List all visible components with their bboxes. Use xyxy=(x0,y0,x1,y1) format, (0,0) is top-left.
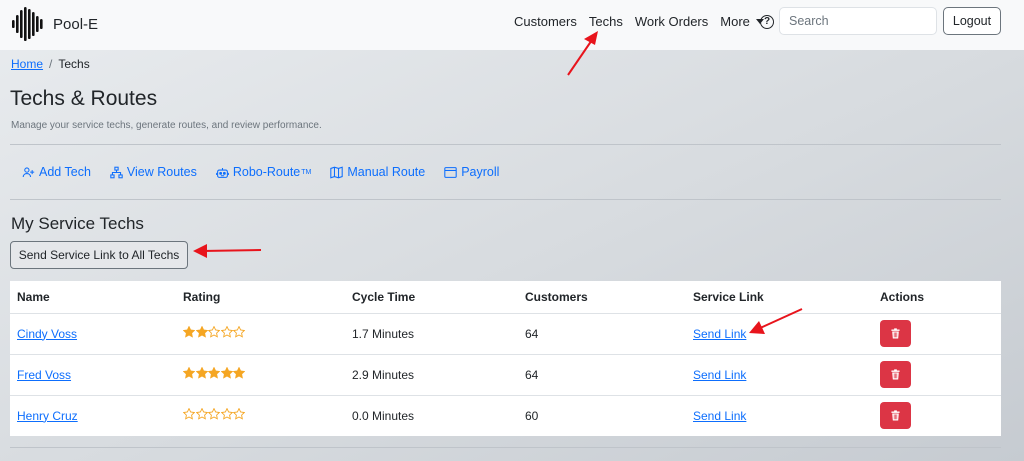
breadcrumb: Home / Techs xyxy=(11,57,90,71)
star-filled-icon xyxy=(183,326,195,338)
arrow-icon xyxy=(193,244,262,258)
trash-icon xyxy=(891,369,900,380)
star-rating xyxy=(183,367,246,379)
star-empty-icon xyxy=(233,408,245,420)
page-title: Techs & Routes xyxy=(10,87,158,110)
table-row: Henry Cruz 0.0 Minutes 60 Send Link xyxy=(10,395,1001,436)
divider xyxy=(10,144,1001,145)
divider xyxy=(10,199,1001,200)
star-filled-icon xyxy=(195,367,208,379)
add-tech-link[interactable]: Add Tech xyxy=(22,165,91,179)
view-routes-link[interactable]: View Routes xyxy=(110,165,197,179)
manual-route-label: Manual Route xyxy=(347,165,426,179)
cycle-time: 2.9 Minutes xyxy=(345,354,518,396)
add-tech-label: Add Tech xyxy=(39,165,91,179)
breadcrumb-home-link[interactable]: Home xyxy=(11,57,43,71)
view-routes-label: View Routes xyxy=(126,165,197,179)
delete-tech-button[interactable] xyxy=(880,402,911,430)
top-navbar: Pool-E Customers Techs Work Orders More … xyxy=(0,0,1024,50)
column-header-customers: Customers xyxy=(518,281,686,314)
star-empty-icon xyxy=(220,326,233,338)
trademark-superscript: TM xyxy=(301,168,312,176)
column-header-actions: Actions xyxy=(873,281,1001,314)
star-filled-icon xyxy=(195,326,208,338)
star-rating xyxy=(183,408,246,420)
tech-name-link[interactable]: Henry Cruz xyxy=(17,409,78,423)
nav-more-dropdown[interactable]: More xyxy=(720,14,764,29)
section-title: My Service Techs xyxy=(11,214,144,233)
column-header-cycle-time: Cycle Time xyxy=(345,281,518,314)
divider xyxy=(10,447,1001,448)
soundwave-logo-icon xyxy=(12,7,43,41)
star-filled-icon xyxy=(208,367,220,379)
send-link[interactable]: Send Link xyxy=(693,327,746,341)
star-empty-icon xyxy=(208,408,220,420)
send-link[interactable]: Send Link xyxy=(693,368,746,382)
star-empty-icon xyxy=(208,326,220,338)
table-row: Fred Voss 2.9 Minutes 64 Send Link xyxy=(10,354,1001,396)
breadcrumb-current: Techs xyxy=(58,57,90,71)
nav-links: Customers Techs Work Orders More xyxy=(514,14,776,29)
map-icon xyxy=(330,165,344,179)
star-rating xyxy=(183,326,246,338)
person-plus-icon xyxy=(22,166,35,177)
nav-techs[interactable]: Techs xyxy=(589,14,623,29)
trash-icon xyxy=(891,328,900,339)
robo-route-label: Robo-Route xyxy=(232,165,301,179)
payroll-link[interactable]: Payroll xyxy=(444,165,499,179)
tech-actions-nav: Add Tech View Routes Robo-Route TM Manual… xyxy=(22,165,518,179)
window-icon xyxy=(444,166,457,178)
delete-tech-button[interactable] xyxy=(880,320,911,347)
diagram-icon xyxy=(110,166,123,178)
techs-table: Name Rating Cycle Time Customers Service… xyxy=(10,281,1001,436)
table-header-row: Name Rating Cycle Time Customers Service… xyxy=(10,281,1001,314)
nav-customers[interactable]: Customers xyxy=(514,14,577,29)
nav-work-orders[interactable]: Work Orders xyxy=(635,14,708,29)
customer-count: 60 xyxy=(525,408,539,423)
delete-tech-button[interactable] xyxy=(880,361,911,388)
star-empty-icon xyxy=(220,408,233,420)
robot-icon xyxy=(215,167,229,178)
search-input[interactable] xyxy=(779,7,937,35)
star-empty-icon xyxy=(183,408,195,420)
manual-route-link[interactable]: Manual Route xyxy=(330,165,425,179)
customer-count: 64 xyxy=(518,313,686,355)
robo-route-link[interactable]: Robo-Route TM xyxy=(215,165,312,179)
customer-count: 64 xyxy=(518,354,686,396)
table-row: Cindy Voss 1.7 Minutes 64 Send Link xyxy=(10,313,1001,355)
breadcrumb-separator: / xyxy=(49,57,53,71)
payroll-label: Payroll xyxy=(461,165,500,179)
logout-button[interactable]: Logout xyxy=(943,7,1001,35)
cycle-time: 1.7 Minutes xyxy=(345,313,518,355)
help-icon[interactable]: ? xyxy=(760,15,774,29)
brand-name: Pool-E xyxy=(53,15,99,33)
star-empty-icon xyxy=(233,326,245,338)
nav-more-label: More xyxy=(720,14,750,29)
star-filled-icon xyxy=(183,367,195,379)
brand[interactable]: Pool-E xyxy=(11,6,98,42)
trash-icon xyxy=(891,410,900,421)
cycle-time: 0.0 Minutes xyxy=(352,408,415,423)
tech-name-link[interactable]: Fred Voss xyxy=(17,368,71,382)
column-header-name: Name xyxy=(10,281,176,314)
column-header-rating: Rating xyxy=(176,281,345,314)
send-link[interactable]: Send Link xyxy=(693,409,746,423)
star-filled-icon xyxy=(220,367,233,379)
column-header-service-link: Service Link xyxy=(686,281,873,314)
tech-name-link[interactable]: Cindy Voss xyxy=(17,327,77,341)
star-filled-icon xyxy=(233,367,245,379)
page-subtitle: Manage your service techs, generate rout… xyxy=(11,120,322,131)
send-service-link-all-button[interactable]: Send Service Link to All Techs xyxy=(10,241,188,269)
star-empty-icon xyxy=(195,408,208,420)
